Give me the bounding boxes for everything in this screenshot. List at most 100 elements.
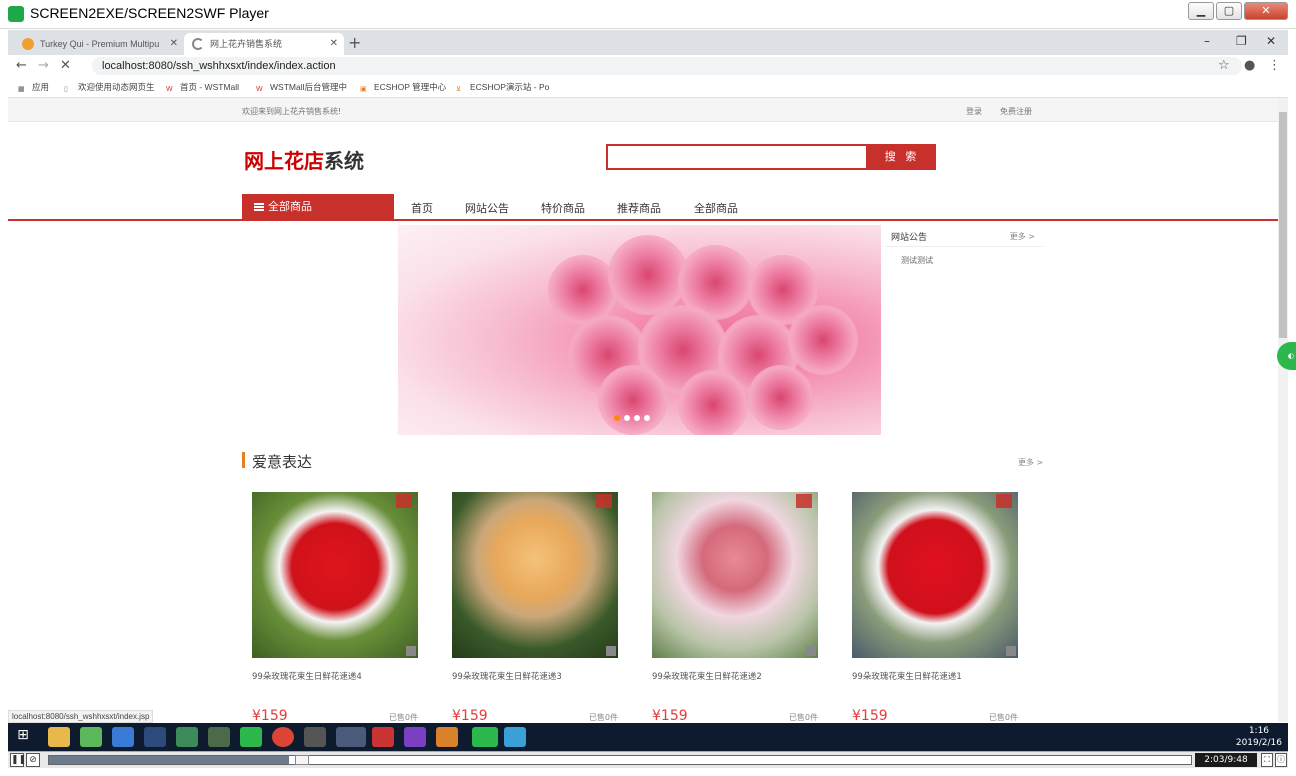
url-input[interactable]: localhost:8080/ssh_wshhxsxt/index/index.… xyxy=(92,57,1242,75)
page-icon: ▯ xyxy=(64,86,68,93)
system-tray[interactable]: 1:16 2019/2/16 xyxy=(1236,725,1282,749)
search-input[interactable] xyxy=(606,144,868,170)
product-grid: 99朵玫瑰花束生日鲜花速递4 ¥159 已售0件 99朵玫瑰花束生日鲜花速递3 … xyxy=(242,482,1042,722)
nav-special[interactable]: 特价商品 xyxy=(541,200,585,216)
close-button[interactable]: ✕ xyxy=(1244,2,1288,20)
tab-flower-shop[interactable]: 网上花卉销售系统 ✕ xyxy=(184,33,344,55)
product-sold: 已售0件 xyxy=(388,713,418,722)
app-icon[interactable] xyxy=(80,727,102,747)
product-card[interactable]: 99朵玫瑰花束生日鲜花速递1 ¥159 已售0件 xyxy=(842,482,1028,722)
bookmark-3[interactable]: W WSTMall后台管理中 xyxy=(256,81,347,96)
zoom-icon[interactable] xyxy=(606,646,616,656)
product-card[interactable]: 99朵玫瑰花束生日鲜花速递3 ¥159 已售0件 xyxy=(442,482,628,722)
scrollbar-thumb[interactable] xyxy=(1279,112,1287,338)
carousel-dot[interactable] xyxy=(634,415,640,421)
product-price: ¥159 xyxy=(652,708,688,722)
zoom-icon[interactable] xyxy=(406,646,416,656)
app-icon[interactable] xyxy=(304,727,326,747)
app-icon[interactable] xyxy=(504,727,526,747)
progress-thumb[interactable] xyxy=(294,755,309,765)
product-sold: 已售0件 xyxy=(988,713,1018,722)
section-more-link[interactable]: 更多 > xyxy=(1018,457,1043,468)
visual-studio-icon[interactable] xyxy=(404,727,426,747)
banner-carousel[interactable] xyxy=(398,225,881,435)
loading-icon xyxy=(192,38,204,50)
screen2exe-icon[interactable] xyxy=(472,727,498,747)
nav-recommended[interactable]: 推荐商品 xyxy=(617,200,661,216)
welcome-text: 欢迎来到网上花卉销售系统! xyxy=(242,107,342,116)
product-image[interactable] xyxy=(652,492,818,658)
stop-icon[interactable]: ✕ xyxy=(60,58,71,73)
search-button[interactable]: 搜 索 xyxy=(868,144,936,170)
fit-screen-icon[interactable]: ⛶ xyxy=(1261,753,1273,767)
browser-icon[interactable] xyxy=(112,727,134,747)
chrome-icon[interactable] xyxy=(272,727,294,747)
carousel-dot[interactable] xyxy=(614,415,620,421)
bookmark-2[interactable]: W 首页 - WSTMall xyxy=(166,81,239,96)
all-categories-button[interactable]: 全部商品 xyxy=(242,194,394,220)
page-scrollbar[interactable] xyxy=(1278,98,1288,722)
product-name[interactable]: 99朵玫瑰花束生日鲜花速递4 xyxy=(252,670,362,682)
back-icon[interactable]: ← xyxy=(16,58,27,73)
nav-home[interactable]: 首页 xyxy=(411,200,433,216)
app-icon[interactable] xyxy=(208,727,230,747)
notice-item[interactable]: 测试测试 xyxy=(901,255,933,266)
bookmark-5[interactable]: ⊻ ECSHOP演示站 - Po xyxy=(456,81,549,95)
menu-dots-icon[interactable]: ⋮ xyxy=(1268,58,1281,73)
minimize-button[interactable]: ▁ xyxy=(1188,2,1214,20)
login-link[interactable]: 登录 xyxy=(966,106,982,117)
register-link[interactable]: 免费注册 xyxy=(1000,106,1032,117)
zoom-icon[interactable] xyxy=(806,646,816,656)
playback-progress-bar[interactable] xyxy=(48,755,1192,765)
tab-favicon-icon xyxy=(22,38,34,50)
notice-more-link[interactable]: 更多 > xyxy=(1010,231,1035,242)
player-title-bar: SCREEN2EXE/SCREEN2SWF Player ▁ ▢ ✕ xyxy=(0,0,1296,29)
forward-icon[interactable]: → xyxy=(38,58,49,73)
tab-label: Turkey Qui - Premium Multipu xyxy=(40,39,160,49)
profile-icon[interactable]: ● xyxy=(1244,58,1255,73)
file-explorer-icon[interactable] xyxy=(48,727,70,747)
bookmark-1[interactable]: ▯ 欢迎使用动态网页生 xyxy=(64,81,155,95)
windows-start-icon[interactable]: ⊞ xyxy=(12,727,34,747)
product-image[interactable] xyxy=(852,492,1018,658)
info-icon[interactable]: ⓘ xyxy=(1275,753,1287,767)
tab-label: 网上花卉销售系统 xyxy=(210,39,283,49)
app-icon[interactable] xyxy=(436,727,458,747)
bookmark-star-icon[interactable]: ☆ xyxy=(1218,58,1230,73)
product-tag-icon xyxy=(396,494,412,508)
browser-close-icon[interactable]: ✕ xyxy=(1266,34,1276,48)
clock-date: 2019/2/16 xyxy=(1235,738,1282,748)
product-card[interactable]: 99朵玫瑰花束生日鲜花速递4 ¥159 已售0件 xyxy=(242,482,428,722)
browser-minimize-icon[interactable]: – xyxy=(1204,34,1210,48)
maximize-button[interactable]: ▢ xyxy=(1216,2,1242,20)
nav-all-products[interactable]: 全部商品 xyxy=(694,200,738,216)
product-name[interactable]: 99朵玫瑰花束生日鲜花速递1 xyxy=(852,670,962,682)
bookmark-4[interactable]: ▣ ECSHOP 管理中心 xyxy=(360,81,446,95)
disable-icon[interactable]: ⊘ xyxy=(26,753,40,767)
app-icon[interactable] xyxy=(372,727,394,747)
pause-icon[interactable]: ❚❚ xyxy=(10,753,26,767)
zoom-icon[interactable] xyxy=(1006,646,1016,656)
product-image[interactable] xyxy=(252,492,418,658)
browser-restore-icon[interactable]: ❐ xyxy=(1236,34,1247,48)
carousel-dot[interactable] xyxy=(624,415,630,421)
chrome-active-icon[interactable] xyxy=(336,727,366,747)
carousel-dot[interactable] xyxy=(644,415,650,421)
product-price: ¥159 xyxy=(252,708,288,722)
bookmark-apps[interactable]: ▦ 应用 xyxy=(18,81,49,95)
nav-notice[interactable]: 网站公告 xyxy=(465,200,509,216)
product-card[interactable]: 99朵玫瑰花束生日鲜花速递2 ¥159 已售0件 xyxy=(642,482,828,722)
tab-close-icon[interactable]: ✕ xyxy=(170,33,178,55)
app-icon[interactable] xyxy=(176,727,198,747)
wechat-icon[interactable] xyxy=(240,727,262,747)
product-image[interactable] xyxy=(452,492,618,658)
app-icon[interactable] xyxy=(144,727,166,747)
site-logo[interactable]: 网上花店系统 xyxy=(244,145,364,174)
tab-close-icon[interactable]: ✕ xyxy=(330,33,338,55)
product-name[interactable]: 99朵玫瑰花束生日鲜花速递2 xyxy=(652,670,762,682)
product-tag-icon xyxy=(596,494,612,508)
player-app-icon xyxy=(8,6,24,22)
tab-turkey[interactable]: Turkey Qui - Premium Multipu ✕ xyxy=(14,33,184,55)
product-name[interactable]: 99朵玫瑰花束生日鲜花速递3 xyxy=(452,670,562,682)
new-tab-button[interactable]: + xyxy=(348,33,361,52)
